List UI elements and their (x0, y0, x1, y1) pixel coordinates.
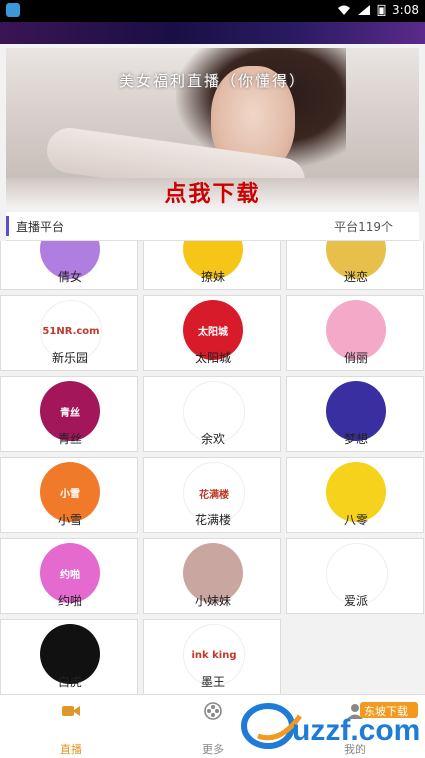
platform-item[interactable]: 俏丽 (286, 295, 424, 371)
platform-item[interactable]: 51NR.com 新乐园 (0, 295, 138, 371)
platform-grid[interactable]: 倩女 撩妹 迷恋 51NR.com 新乐园 太阳城 太阳城 俏丽 青丝 青丝 余欢 梦想 小雪 小雪 花满楼… (0, 241, 425, 694)
platform-label: 花满楼 (194, 513, 231, 527)
status-bar: 3:08 (0, 0, 425, 22)
wifi-icon (338, 5, 351, 15)
tab-live-label: 直播 (60, 743, 82, 756)
platform-label: 新乐园 (51, 351, 88, 365)
tab-live[interactable]: 直播 (0, 695, 142, 758)
platform-item[interactable]: 倩女 (0, 241, 138, 290)
platform-item[interactable]: 撩妹 (143, 241, 281, 290)
platform-item[interactable]: 爱派 (286, 538, 424, 614)
platform-item[interactable]: 小雪 小雪 (0, 457, 138, 533)
section-accent-bar (6, 216, 9, 236)
platform-label: 白虎 (57, 675, 82, 689)
platform-section-header: 直播平台 平台119个 (6, 212, 419, 241)
platform-label: 倩女 (57, 270, 82, 284)
platform-label: 太阳城 (194, 351, 231, 365)
platform-item[interactable]: 约啪 约啪 (0, 538, 138, 614)
platform-label: 撩妹 (200, 270, 225, 284)
platform-label: 青丝 (57, 432, 82, 446)
platform-label: 俏丽 (343, 351, 368, 365)
platform-label: 梦想 (343, 432, 368, 446)
film-reel-icon (204, 702, 222, 720)
platform-item[interactable]: ink king 墨王 (143, 619, 281, 694)
platform-item[interactable]: 白虎 (0, 619, 138, 694)
watermark-subtext: 东坡下载 (364, 705, 408, 718)
platform-item[interactable]: 花满楼 花满楼 (143, 457, 281, 533)
platform-item[interactable]: 余欢 (143, 376, 281, 452)
status-time: 3:08 (392, 3, 419, 17)
uzzf-watermark-logo: uzzf.com 东坡下载 (241, 702, 420, 749)
platform-label: 小妹妹 (194, 594, 231, 608)
header-bar (0, 22, 425, 44)
platform-item[interactable]: 迷恋 (286, 241, 424, 290)
platform-label: 约啪 (57, 594, 82, 608)
status-icons: 3:08 (337, 3, 419, 17)
banner-headline: 美女福利直播（你懂得） (118, 72, 306, 90)
banner-download-cta[interactable]: 点我下载 (6, 176, 419, 208)
signal-icon (358, 5, 371, 15)
platform-label: 余欢 (200, 432, 225, 446)
platform-label: 爱派 (343, 594, 368, 608)
platform-label: 小雪 (57, 513, 82, 527)
platform-item[interactable]: 梦想 (286, 376, 424, 452)
watermark-text: uzzf.com (292, 714, 420, 747)
platform-label: 八零 (343, 513, 368, 527)
platform-count: 平台119个 (334, 220, 393, 234)
platform-item[interactable]: 八零 (286, 457, 424, 533)
section-title: 直播平台 (16, 220, 65, 234)
promo-banner[interactable]: 美女福利直播（你懂得） 点我下载 (6, 48, 419, 208)
app-notification-icon (6, 3, 20, 17)
platform-label: 迷恋 (343, 270, 368, 284)
platform-item[interactable]: 小妹妹 (143, 538, 281, 614)
platform-item[interactable]: 青丝 青丝 (0, 376, 138, 452)
platform-label: 墨王 (200, 675, 225, 689)
platform-item[interactable]: 太阳城 太阳城 (143, 295, 281, 371)
video-camera-icon (62, 706, 80, 716)
battery-icon (377, 4, 386, 16)
